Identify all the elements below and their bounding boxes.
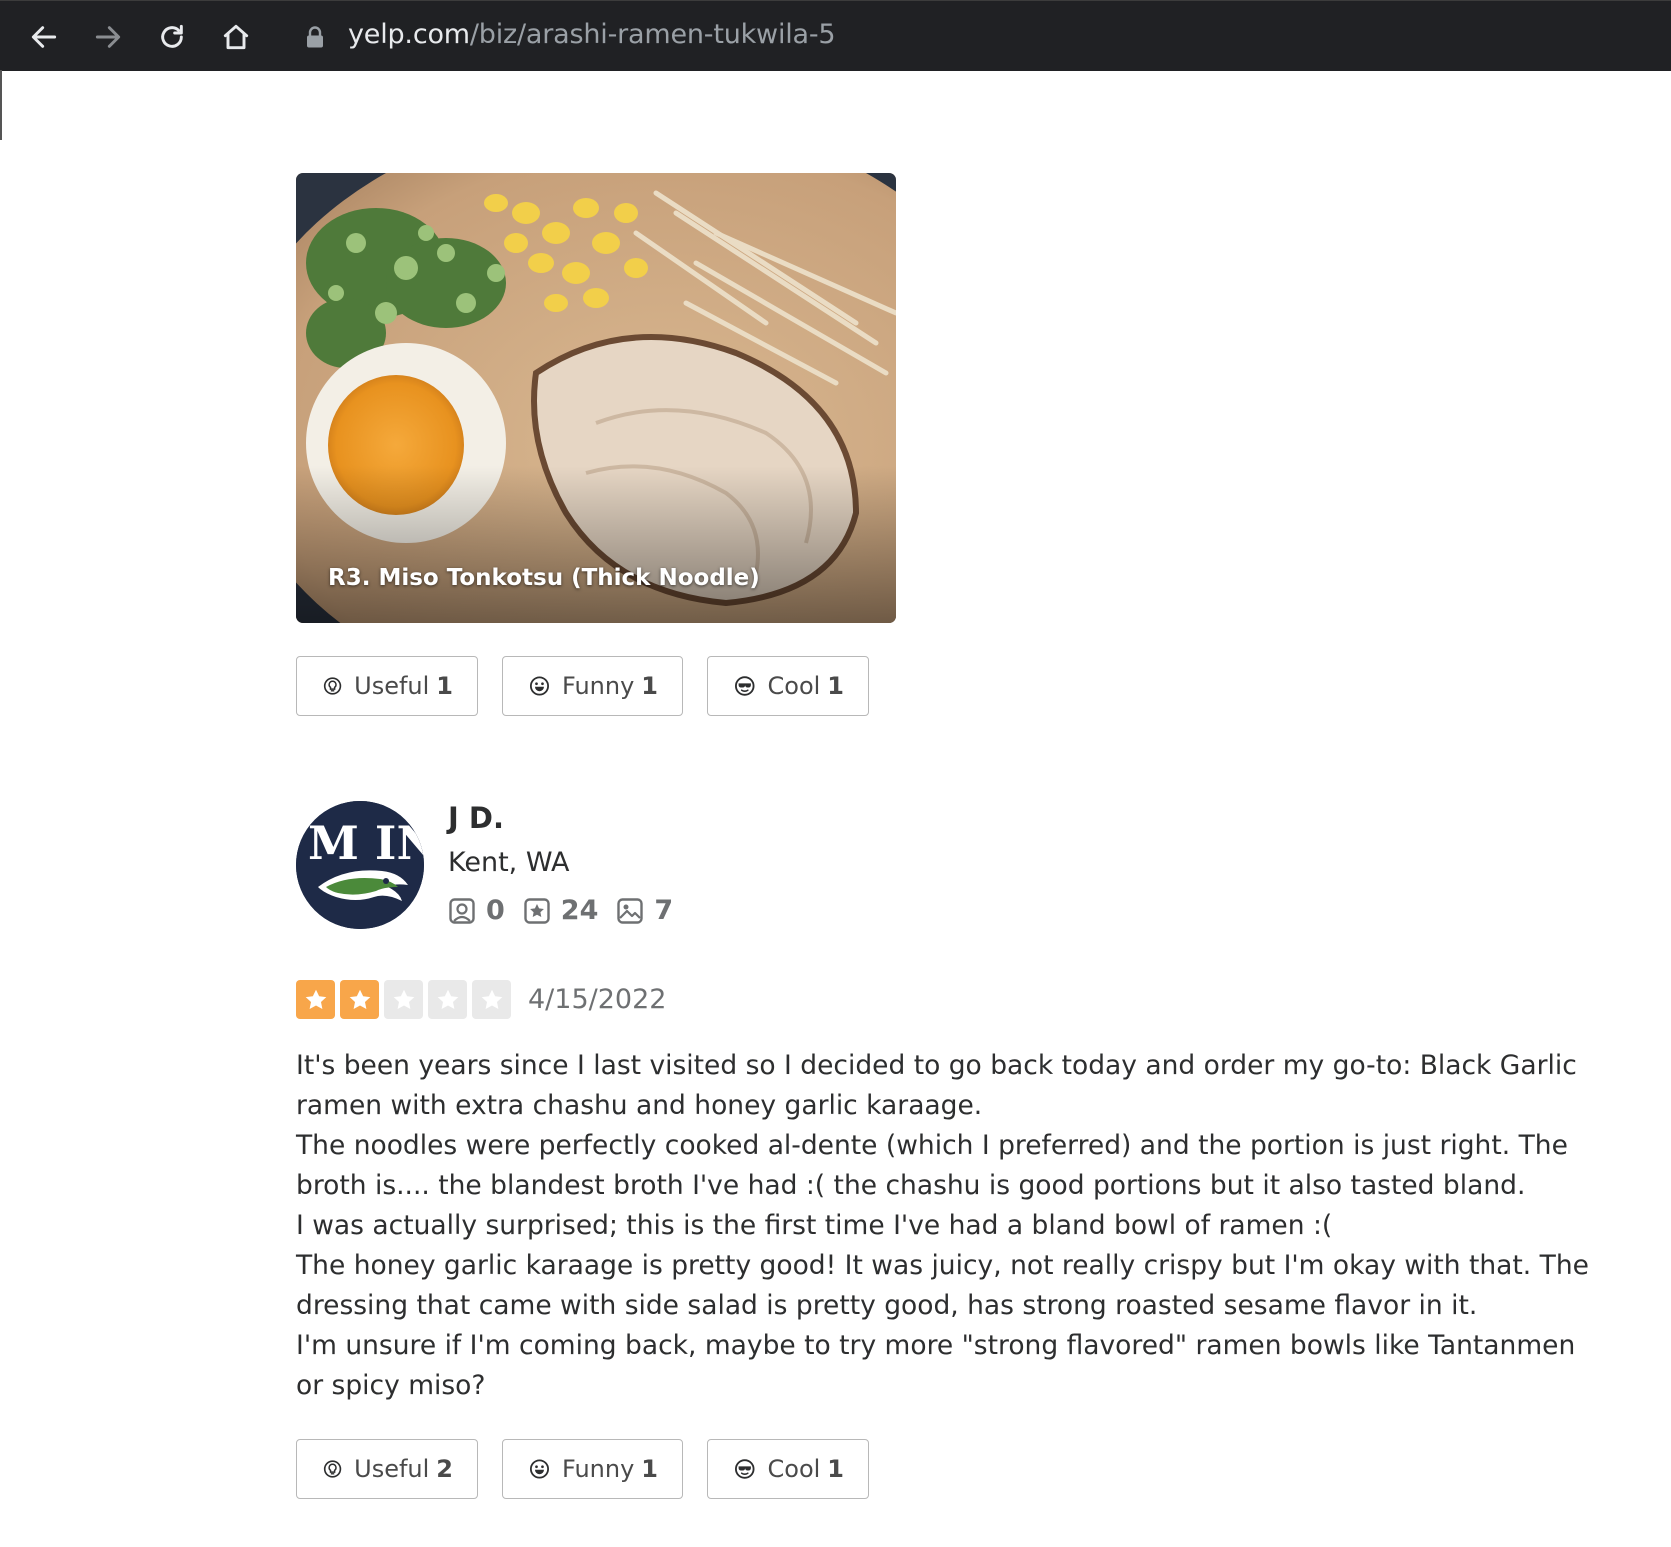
useful-icon (323, 677, 342, 695)
reviewer-stats: 0 24 7 (448, 895, 691, 926)
back-arrow-icon (31, 26, 57, 48)
previous-review-reactions: Useful 1 Funny 1 Cool 1 (296, 656, 893, 716)
funny-button[interactable]: Funny 1 (502, 656, 683, 716)
reviews-count: 24 (560, 895, 599, 926)
reload-icon (161, 24, 183, 48)
friends-icon (449, 897, 475, 924)
reload-button[interactable] (152, 17, 192, 57)
cool-label: Cool (767, 1455, 821, 1483)
url-host: yelp.com (348, 19, 470, 50)
avatar-image: M IN (296, 801, 424, 929)
photo-caption: R3. Miso Tonkotsu (Thick Noodle) (328, 565, 760, 591)
lock-icon (307, 26, 323, 48)
friends-count: 0 (486, 895, 505, 926)
home-icon (223, 24, 249, 50)
rating-stars (296, 980, 516, 1019)
review-paragraph: The noodles were perfectly cooked al-den… (296, 1130, 1568, 1201)
cool-count: 1 (827, 672, 844, 700)
review-star-icon (524, 897, 550, 924)
review-text: It's been years since I last visited so … (296, 1046, 1596, 1406)
cool-count: 1 (827, 1455, 844, 1483)
funny-count: 1 (641, 1455, 658, 1483)
reviewer-location: Kent, WA (448, 847, 570, 878)
review-reactions: Useful 2 Funny 1 Cool 1 (296, 1439, 893, 1499)
reviews-stat: 24 (523, 895, 599, 926)
avatar-lettering: M IN (308, 816, 424, 870)
photos-count: 7 (654, 895, 674, 926)
useful-label: Useful (354, 1455, 430, 1483)
cool-button[interactable]: Cool 1 (707, 656, 869, 716)
cool-icon (734, 676, 755, 696)
photo-icon (617, 897, 644, 924)
photos-stat: 7 (616, 895, 673, 926)
useful-icon (323, 1460, 342, 1478)
star-icon (384, 980, 423, 1019)
funny-label: Funny (561, 1455, 635, 1483)
forward-button[interactable] (88, 17, 128, 57)
home-button[interactable] (216, 17, 256, 57)
review-paragraph: It's been years since I last visited so … (296, 1050, 1577, 1121)
reviewer-name[interactable]: J D. (448, 801, 504, 835)
review-photo[interactable]: R3. Miso Tonkotsu (Thick Noodle) (296, 173, 896, 623)
forward-arrow-icon (95, 26, 121, 48)
browser-toolbar: yelp.com/biz/arashi-ramen-tukwila-5 (0, 0, 1671, 71)
funny-icon (529, 1459, 549, 1479)
useful-button[interactable]: Useful 1 (296, 656, 478, 716)
url-path: /biz/arashi-ramen-tukwila-5 (469, 19, 836, 50)
review-date: 4/15/2022 (528, 984, 667, 1015)
ramen-photo-image (296, 173, 896, 623)
review-paragraph: The honey garlic karaage is pretty good!… (296, 1250, 1589, 1321)
funny-label: Funny (561, 672, 635, 700)
avatar[interactable]: M IN (296, 801, 424, 929)
cool-button[interactable]: Cool 1 (707, 1439, 869, 1499)
cool-icon (734, 1459, 755, 1479)
star-icon (472, 980, 511, 1019)
review-paragraph: I was actually surprised; this is the fi… (296, 1210, 1333, 1241)
page-edge-divider (0, 70, 2, 140)
useful-label: Useful (354, 672, 430, 700)
friends-stat: 0 (448, 895, 505, 926)
star-icon (428, 980, 467, 1019)
star-rating: 4/15/2022 (296, 980, 666, 1019)
cool-label: Cool (767, 672, 821, 700)
address-bar[interactable]: yelp.com/biz/arashi-ramen-tukwila-5 (348, 19, 836, 50)
funny-button[interactable]: Funny 1 (502, 1439, 683, 1499)
useful-button[interactable]: Useful 2 (296, 1439, 478, 1499)
star-icon (340, 980, 379, 1019)
back-button[interactable] (24, 17, 64, 57)
funny-count: 1 (641, 672, 658, 700)
review-paragraph: I'm unsure if I'm coming back, maybe to … (296, 1330, 1576, 1401)
useful-count: 2 (436, 1455, 453, 1483)
useful-count: 1 (436, 672, 453, 700)
funny-icon (529, 676, 549, 696)
star-icon (296, 980, 335, 1019)
